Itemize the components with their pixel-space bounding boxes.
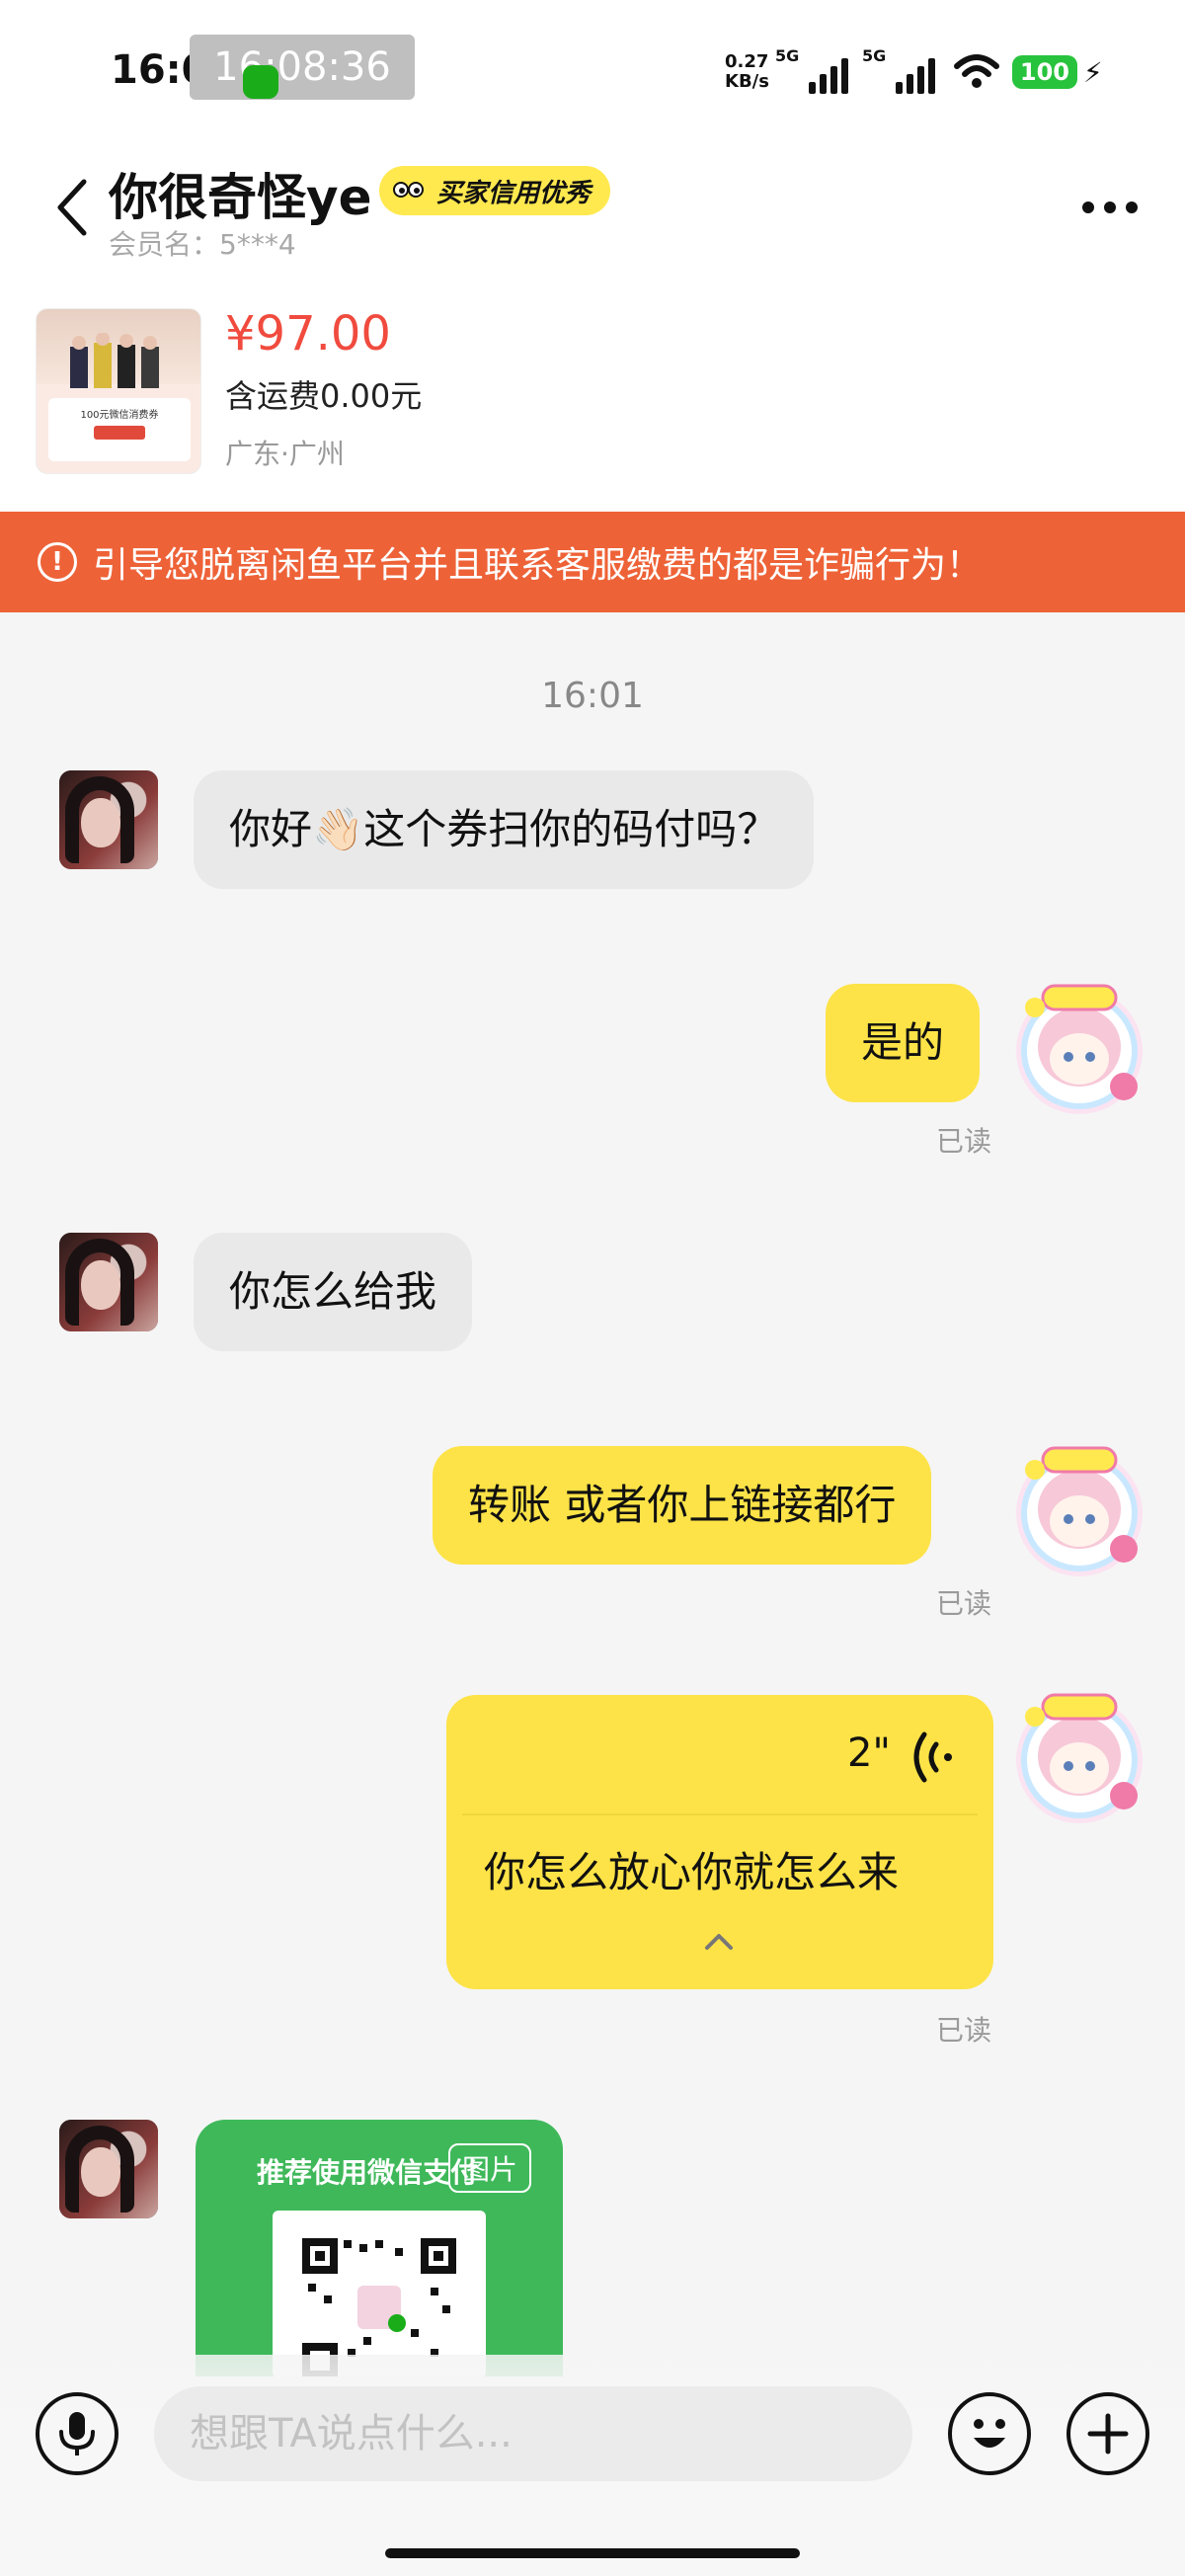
input-bar [0, 2355, 1185, 2576]
screenshot-time: 16:08:36 [213, 44, 391, 90]
more-button[interactable] [1070, 178, 1149, 237]
message-bubble-outgoing[interactable]: 是的 [826, 984, 981, 1102]
chat-timestamp: 16:01 [541, 676, 644, 716]
message-text: 转账 或者你上链接都行 [468, 1481, 897, 1529]
collapse-chevron-icon[interactable] [699, 1922, 739, 1962]
product-price: ¥97.00 [225, 306, 391, 362]
screenshot-time-overlay: 16:08:36 [190, 35, 415, 100]
warning-icon: ! [38, 542, 77, 582]
message-text: 是的 [861, 1018, 945, 1067]
sim2-label: 5G [861, 46, 887, 65]
microphone-icon [59, 2412, 95, 2455]
qr-code [273, 2211, 486, 2376]
fish-eyes-icon [390, 177, 428, 206]
voice-input-button[interactable] [36, 2392, 118, 2475]
product-thumbnail[interactable]: 100元微信消费券 [36, 308, 201, 474]
qr-code-icon [302, 2238, 456, 2376]
sim1-label: 5G [774, 46, 800, 65]
more-dots-icon [1082, 201, 1094, 213]
member-name: 会员名：5***4 [109, 228, 296, 261]
qr-title: 推荐使用微信支付 [257, 2156, 479, 2189]
net-speed-unit: KB/s [725, 71, 769, 92]
read-status: 已读 [936, 1125, 992, 1158]
credit-badge-label: 买家信用优秀 [436, 178, 592, 208]
signal-sim2-icon: 5G [862, 46, 935, 94]
partner-avatar[interactable] [59, 2120, 158, 2218]
message-text: 你怎么给我 [229, 1267, 437, 1316]
warning-text: 引导您脱离闲鱼平台并且联系客服缴费的都是诈骗行为！ [93, 545, 983, 586]
emoji-icon [974, 2419, 1005, 2448]
voice-wave-icon [913, 1731, 952, 1783]
voice-message-bubble[interactable]: 2" 你怎么放心你就怎么来 [446, 1695, 993, 1989]
voice-transcript: 你怎么放心你就怎么来 [484, 1848, 900, 1896]
read-status: 已读 [936, 1587, 992, 1620]
back-button[interactable] [43, 168, 99, 247]
product-location: 广东·广州 [225, 438, 345, 470]
back-arrow-icon [57, 179, 87, 236]
payment-qr-image[interactable]: 推荐使用微信支付 图片 [196, 2120, 563, 2376]
wechat-indicator-icon [243, 65, 278, 99]
charging-icon: ⚡ [1082, 55, 1103, 89]
fraud-warning-banner: ! 引导您脱离闲鱼平台并且联系客服缴费的都是诈骗行为！ [0, 512, 1185, 612]
net-speed-value: 0.27 [725, 51, 769, 72]
emoji-button[interactable] [948, 2392, 1031, 2475]
status-icons: 0.27 KB/s 5G 5G 100 ⚡ [725, 45, 1103, 99]
message-text: 你好👋🏻这个券扫你的码付吗？ [229, 805, 779, 853]
my-avatar[interactable] [1009, 1440, 1149, 1580]
home-indicator[interactable] [385, 2548, 800, 2558]
more-actions-button[interactable] [1066, 2392, 1149, 2475]
chat-partner-name[interactable]: 你很奇怪ye [109, 158, 372, 229]
top-area: 16:08 16:08:36 0.27 KB/s 5G 5G 100 ⚡ 你很奇… [0, 0, 1185, 514]
message-bubble-incoming[interactable]: 你怎么给我 [194, 1233, 473, 1351]
battery-level: 100 [1019, 58, 1070, 86]
message-input[interactable] [154, 2386, 912, 2481]
image-tag: 图片 [448, 2143, 532, 2193]
message-bubble-incoming[interactable]: 你好👋🏻这个券扫你的码付吗？ [194, 770, 815, 889]
wifi-icon [953, 54, 999, 88]
message-bubble-outgoing[interactable]: 转账 或者你上链接都行 [433, 1446, 932, 1565]
read-status: 已读 [936, 2014, 992, 2047]
net-speed: 0.27 KB/s [725, 52, 769, 92]
partner-avatar[interactable] [59, 1233, 158, 1331]
product-shipping: 含运费0.00元 [225, 377, 423, 415]
battery-icon: 100 [1011, 55, 1077, 89]
partner-avatar[interactable] [59, 770, 158, 869]
voice-duration: 2" [847, 1731, 891, 1776]
product-image [70, 333, 159, 388]
thumb-text: 100元微信消费券 [80, 410, 159, 421]
my-avatar[interactable] [1009, 978, 1149, 1118]
signal-sim1-icon: 5G [775, 46, 848, 94]
my-avatar[interactable] [1009, 1687, 1149, 1827]
plus-icon [1087, 2413, 1129, 2455]
credit-badge[interactable]: 买家信用优秀 [379, 166, 611, 215]
